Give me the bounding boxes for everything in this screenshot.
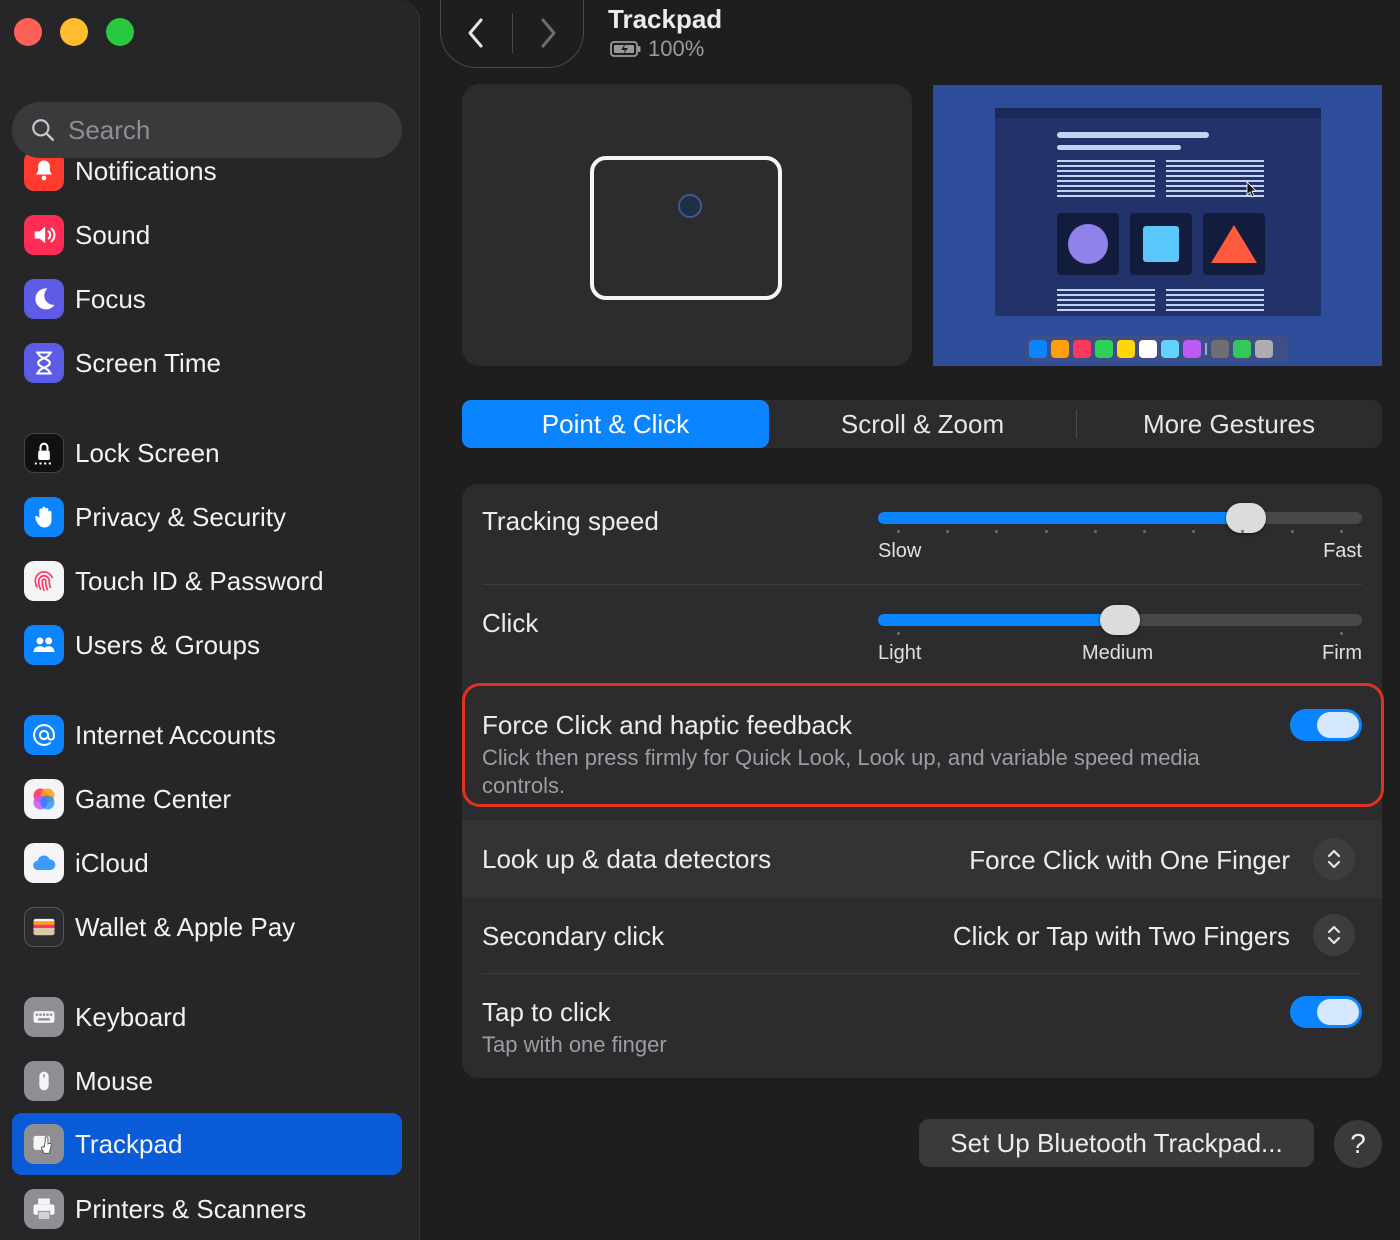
tracking-speed-min-label: Slow — [878, 540, 922, 562]
sidebar-item-screen-time[interactable]: Screen Time — [12, 332, 402, 394]
trackpad-icon — [24, 1124, 64, 1164]
sidebar-item-users-groups[interactable]: Users & Groups — [12, 614, 402, 676]
wallet-icon — [24, 907, 64, 947]
printer-icon — [24, 1189, 64, 1229]
tracking-speed-tick — [995, 530, 999, 533]
sidebar-item-wallet[interactable]: Wallet & Apple Pay — [12, 896, 402, 958]
navigation-buttons — [440, 0, 584, 68]
hand-icon — [24, 497, 64, 537]
chevron-right-icon — [541, 18, 556, 47]
cloud-icon — [24, 843, 64, 883]
mouse-icon — [24, 1061, 64, 1101]
click-label: Click — [482, 608, 539, 638]
sidebar-item-internet-accounts[interactable]: Internet Accounts — [12, 704, 402, 766]
chevron-up-down-icon — [1327, 849, 1341, 869]
tab-bar: Point & Click Scroll & Zoom More Gesture… — [462, 400, 1382, 448]
tab-point-click[interactable]: Point & Click — [462, 400, 769, 448]
tap-to-click-toggle[interactable] — [1290, 996, 1362, 1028]
click-slider[interactable] — [878, 605, 1362, 635]
force-click-highlight-box — [462, 683, 1384, 807]
tracking-speed-tick — [1044, 530, 1048, 533]
keyboard-icon — [24, 997, 64, 1037]
tracking-speed-tick — [1093, 530, 1097, 533]
tracking-speed-tick — [1192, 530, 1196, 533]
secondary-click-popup-button[interactable] — [1313, 914, 1355, 956]
zoom-window-button[interactable] — [106, 18, 134, 46]
click-light-label: Light — [878, 642, 922, 664]
sidebar-item-touch-id[interactable]: Touch ID & Password — [12, 550, 402, 612]
desktop-preview-illustration — [995, 108, 1321, 362]
battery-percent: 100% — [648, 36, 705, 61]
sidebar-item-sound[interactable]: Sound — [12, 204, 402, 266]
battery-status: 100% — [610, 36, 704, 62]
sidebar: Search Notifications Sound Focus Screen … — [0, 0, 420, 1240]
at-icon — [24, 715, 64, 755]
lock-icon — [24, 433, 64, 473]
click-tick — [897, 632, 900, 635]
toggle-knob — [1317, 999, 1359, 1025]
lookup-label: Look up & data detectors — [482, 844, 772, 874]
setup-bluetooth-trackpad-button[interactable]: Set Up Bluetooth Trackpad... — [919, 1119, 1314, 1167]
click-fill — [878, 614, 1121, 626]
tracking-speed-thumb[interactable] — [1225, 503, 1266, 533]
search-icon — [32, 119, 54, 141]
click-medium-label: Medium — [1082, 642, 1154, 664]
moon-icon — [24, 279, 64, 319]
secondary-click-label: Secondary click — [482, 921, 665, 951]
tracking-speed-fill — [878, 512, 1246, 524]
hourglass-icon — [24, 343, 64, 383]
speaker-icon — [24, 215, 64, 255]
lookup-row: Look up & data detectors Force Click wit… — [462, 820, 1382, 898]
sidebar-item-game-center[interactable]: Game Center — [12, 768, 402, 830]
sidebar-item-mouse[interactable]: Mouse — [12, 1050, 402, 1112]
trackpad-preview — [462, 84, 912, 366]
tracking-speed-tick — [946, 530, 950, 533]
tracking-speed-tick — [1290, 530, 1294, 533]
page-title: Trackpad — [608, 4, 723, 34]
sidebar-item-trackpad[interactable]: Trackpad — [12, 1113, 402, 1175]
tracking-speed-tick — [1339, 530, 1343, 533]
game-center-icon — [24, 779, 64, 819]
back-button[interactable] — [441, 0, 512, 67]
lookup-popup-button[interactable] — [1313, 838, 1355, 880]
tab-more-gestures[interactable]: More Gestures — [1076, 400, 1382, 448]
lookup-value[interactable]: Force Click with One Finger — [969, 845, 1290, 876]
divider — [482, 973, 1362, 974]
sidebar-item-lock-screen[interactable]: Lock Screen — [12, 422, 402, 484]
minimize-window-button[interactable] — [60, 18, 88, 46]
tracking-speed-tick — [897, 530, 900, 533]
tracking-speed-slider[interactable] — [878, 503, 1362, 533]
search-placeholder: Search — [68, 114, 151, 145]
sidebar-item-printers-scanners[interactable]: Printers & Scanners — [12, 1178, 402, 1240]
sidebar-item-icloud[interactable]: iCloud — [12, 832, 402, 894]
close-window-button[interactable] — [14, 18, 42, 46]
trackpad-illustration — [590, 156, 782, 300]
chevron-left-icon — [468, 18, 483, 47]
secondary-click-value[interactable]: Click or Tap with Two Fingers — [953, 921, 1290, 952]
help-button[interactable]: ? — [1334, 1120, 1382, 1168]
users-icon — [24, 625, 64, 665]
fingerprint-icon — [24, 561, 64, 601]
sidebar-item-focus[interactable]: Focus — [12, 268, 402, 330]
battery-charging-icon — [610, 41, 641, 57]
click-firm-label: Firm — [1322, 642, 1362, 664]
divider — [482, 584, 1362, 585]
sidebar-item-keyboard[interactable]: Keyboard — [12, 986, 402, 1048]
tracking-speed-label: Tracking speed — [482, 506, 659, 536]
search-field[interactable]: Search — [12, 102, 402, 158]
click-tick — [1340, 632, 1343, 635]
tap-to-click-description: Tap with one finger — [482, 1032, 667, 1057]
chevron-up-down-icon — [1327, 925, 1341, 945]
finger-dot — [678, 194, 702, 218]
click-thumb[interactable] — [1100, 605, 1140, 635]
tracking-speed-tick — [1143, 530, 1146, 533]
tab-scroll-zoom[interactable]: Scroll & Zoom — [769, 400, 1076, 448]
tracking-speed-max-label: Fast — [1323, 540, 1362, 562]
gesture-video-preview — [933, 85, 1382, 366]
tap-to-click-label: Tap to click — [482, 997, 611, 1027]
forward-button[interactable] — [513, 0, 584, 67]
sidebar-item-privacy-security[interactable]: Privacy & Security — [12, 486, 402, 548]
